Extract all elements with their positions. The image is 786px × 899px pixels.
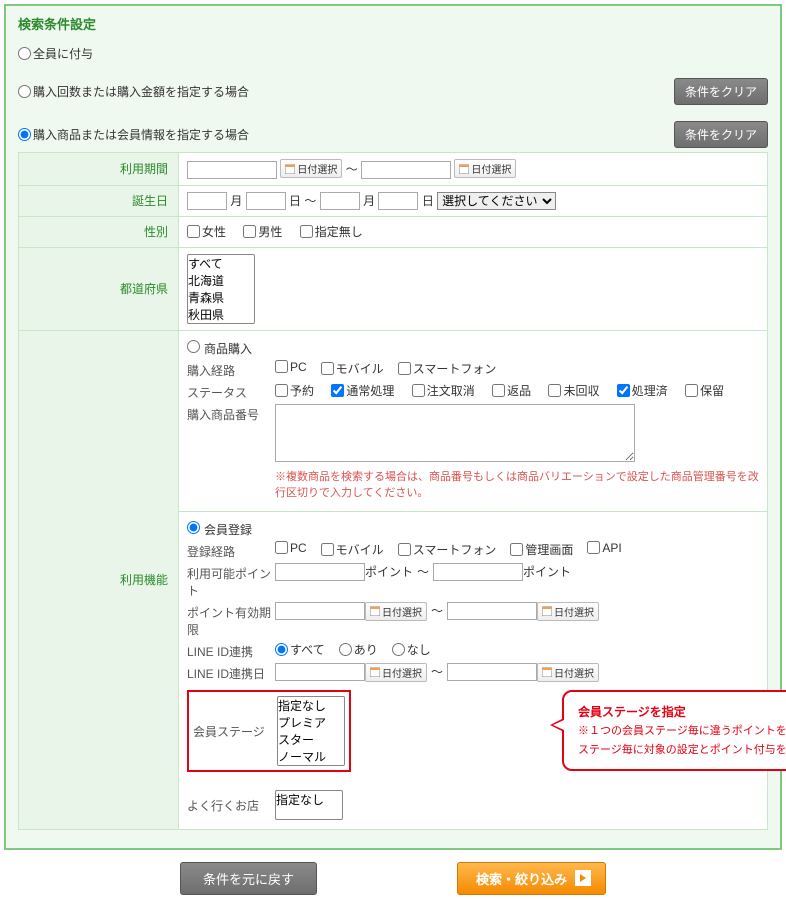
period-to-input[interactable] bbox=[361, 161, 451, 179]
st-return[interactable] bbox=[492, 384, 505, 397]
row-birthday-label: 誕生日 bbox=[19, 185, 179, 216]
option-count-radio[interactable] bbox=[18, 85, 31, 98]
date-select-button[interactable]: 日付選択 bbox=[365, 663, 427, 682]
clear-button-1[interactable]: 条件をクリア bbox=[674, 78, 768, 105]
tilde: ～ bbox=[346, 163, 358, 177]
search-conditions-panel: 検索条件設定 全員に付与 購入回数または購入金額を指定する場合 条件をクリア 購… bbox=[4, 4, 782, 850]
birth-month-to[interactable] bbox=[320, 192, 360, 210]
expire-from[interactable] bbox=[275, 602, 365, 620]
mroute-api[interactable] bbox=[587, 541, 600, 554]
mroute-pc[interactable] bbox=[275, 541, 288, 554]
stage-callout: 会員ステージを指定 ※１つの会員ステージ毎に違うポイントを付与したい場合は、 ス… bbox=[562, 690, 786, 772]
prefecture-select[interactable]: すべて北海道青森県秋田県 bbox=[187, 254, 255, 324]
search-button[interactable]: 検索・絞り込み bbox=[457, 862, 606, 895]
date-select-button[interactable]: 日付選択 bbox=[454, 159, 516, 178]
st-cancel[interactable] bbox=[412, 384, 425, 397]
linedate-to[interactable] bbox=[447, 663, 537, 681]
row-prefecture-cell: すべて北海道青森県秋田県 bbox=[179, 247, 768, 330]
line-all[interactable] bbox=[275, 643, 288, 656]
period-from-input[interactable] bbox=[187, 161, 277, 179]
birth-month-from[interactable] bbox=[187, 192, 227, 210]
stage-select[interactable]: 指定なしプレミアスターノーマル bbox=[277, 696, 345, 766]
shop-select[interactable]: 指定なし bbox=[275, 790, 343, 820]
date-select-button[interactable]: 日付選択 bbox=[537, 663, 599, 682]
proute-mobile[interactable] bbox=[321, 362, 334, 375]
point-to[interactable] bbox=[433, 563, 523, 581]
stage-highlight: 会員ステージ 指定なしプレミアスターノーマル bbox=[187, 690, 351, 772]
func-member-radio[interactable] bbox=[187, 521, 200, 534]
row-function-label: 利用機能 bbox=[19, 330, 179, 829]
item-no-note: ※複数商品を検索する場合は、商品番号もしくは商品バリエーションで設定した商品管理… bbox=[275, 469, 759, 502]
clear-button-2[interactable]: 条件をクリア bbox=[674, 121, 768, 148]
mroute-admin[interactable] bbox=[510, 543, 523, 556]
birthday-select[interactable]: 選択してください bbox=[437, 192, 556, 210]
row-prefecture-label: 都道府県 bbox=[19, 247, 179, 330]
row-gender-cell: 女性 男性 指定無し bbox=[179, 216, 768, 247]
row-function-cell: 商品購入 購入経路 PC モバイル スマートフォン ステータス 予約 通常処理 … bbox=[179, 330, 768, 829]
date-select-button[interactable]: 日付選択 bbox=[537, 602, 599, 621]
date-select-button[interactable]: 日付選択 bbox=[365, 602, 427, 621]
option-product-label: 購入商品または会員情報を指定する場合 bbox=[33, 126, 249, 143]
line-yes[interactable] bbox=[339, 643, 352, 656]
row-birthday-cell: 月 日 ～ 月 日 選択してください bbox=[179, 185, 768, 216]
row-period-label: 利用期間 bbox=[19, 153, 179, 186]
proute-sp[interactable] bbox=[398, 362, 411, 375]
func-purchase-radio[interactable] bbox=[187, 340, 200, 353]
option-count-label: 購入回数または購入金額を指定する場合 bbox=[33, 83, 249, 100]
proute-pc[interactable] bbox=[275, 360, 288, 373]
birth-day-from[interactable] bbox=[246, 192, 286, 210]
conditions-table: 利用期間 日付選択 ～ 日付選択 誕生日 月 日 ～ 月 日 選択してください … bbox=[18, 152, 768, 830]
arrow-right-icon bbox=[575, 870, 591, 886]
row-period-cell: 日付選択 ～ 日付選択 bbox=[179, 153, 768, 186]
date-select-button[interactable]: 日付選択 bbox=[280, 159, 342, 178]
footer-buttons: 条件を元に戻す 検索・絞り込み bbox=[4, 862, 782, 895]
option-count-row: 購入回数または購入金額を指定する場合 条件をクリア bbox=[18, 78, 768, 105]
option-all-row: 全員に付与 bbox=[18, 45, 768, 62]
st-uncollect[interactable] bbox=[548, 384, 561, 397]
gender-male-check[interactable] bbox=[243, 225, 256, 238]
row-gender-label: 性別 bbox=[19, 216, 179, 247]
gender-none-check[interactable] bbox=[300, 225, 313, 238]
mroute-mobile[interactable] bbox=[321, 543, 334, 556]
panel-title: 検索条件設定 bbox=[18, 14, 768, 33]
st-done[interactable] bbox=[617, 384, 630, 397]
mroute-sp[interactable] bbox=[398, 543, 411, 556]
option-product-radio[interactable] bbox=[18, 128, 31, 141]
option-product-row: 購入商品または会員情報を指定する場合 条件をクリア bbox=[18, 121, 768, 148]
linedate-from[interactable] bbox=[275, 663, 365, 681]
reset-button[interactable]: 条件を元に戻す bbox=[180, 862, 317, 895]
callout-arrow-icon bbox=[550, 718, 564, 732]
point-from[interactable] bbox=[275, 563, 365, 581]
birth-day-to[interactable] bbox=[378, 192, 418, 210]
option-all-label: 全員に付与 bbox=[33, 45, 93, 62]
st-reserve[interactable] bbox=[275, 384, 288, 397]
expire-to[interactable] bbox=[447, 602, 537, 620]
st-hold[interactable] bbox=[685, 384, 698, 397]
line-no[interactable] bbox=[392, 643, 405, 656]
gender-female-check[interactable] bbox=[187, 225, 200, 238]
item-no-textarea[interactable] bbox=[275, 404, 635, 462]
option-all-radio[interactable] bbox=[18, 47, 31, 60]
st-normal[interactable] bbox=[331, 384, 344, 397]
